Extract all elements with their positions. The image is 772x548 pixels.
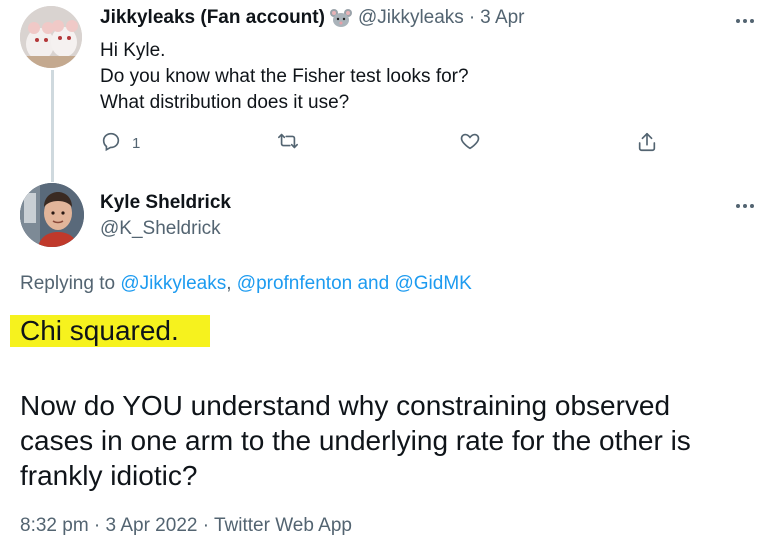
retweet-icon bbox=[276, 130, 300, 156]
tweet1-text: Hi Kyle. Do you know what the Fisher tes… bbox=[100, 38, 469, 116]
mention-link[interactable]: @GidMK bbox=[394, 273, 471, 294]
tweet1-separator: · bbox=[468, 7, 476, 28]
tweet2-handle[interactable]: @K_Sheldrick bbox=[100, 218, 221, 240]
tweet1-line: Hi Kyle. bbox=[100, 40, 166, 61]
like-button[interactable] bbox=[458, 130, 482, 156]
tweet1-handle[interactable]: @Jikkyleaks bbox=[358, 7, 464, 29]
thread-connector-line bbox=[51, 70, 54, 182]
tweet2-line: frankly idiotic? bbox=[20, 460, 198, 491]
mouse-icon bbox=[329, 8, 353, 28]
reply-button[interactable]: 1 bbox=[100, 130, 140, 156]
tweet1-author-name[interactable]: Jikkyleaks (Fan account) bbox=[100, 7, 325, 29]
share-icon bbox=[636, 130, 658, 158]
more-icon[interactable] bbox=[733, 198, 757, 208]
highlighted-text: Chi squared. bbox=[20, 315, 179, 346]
tweet2-body: Now do YOU understand why constraining o… bbox=[20, 388, 691, 493]
tweet1-action-bar: 1 bbox=[100, 130, 680, 156]
replying-prefix: Replying to bbox=[20, 273, 116, 294]
tweet2-line: Now do YOU understand why constraining o… bbox=[20, 390, 671, 421]
mention-link[interactable]: @profnfenton bbox=[237, 273, 352, 294]
tweet2-author-name[interactable]: Kyle Sheldrick bbox=[100, 192, 231, 214]
replying-and: and bbox=[357, 273, 390, 294]
avatar-kyle-sheldrick[interactable] bbox=[20, 183, 84, 247]
reply-count: 1 bbox=[132, 134, 141, 152]
replying-to-line: Replying to @Jikkyleaks, @profnfenton an… bbox=[20, 273, 472, 295]
heart-icon bbox=[458, 130, 482, 156]
tweet1-time[interactable]: 3 Apr bbox=[480, 7, 524, 29]
tweet1-line: What distribution does it use? bbox=[100, 92, 350, 113]
retweet-button[interactable] bbox=[276, 130, 300, 156]
tweet1-header: Jikkyleaks (Fan account) @Jikkyleaks · 3… bbox=[100, 7, 525, 29]
mention-link[interactable]: @Jikkyleaks bbox=[120, 273, 226, 294]
replying-comma: , bbox=[226, 273, 232, 294]
avatar-jikkyleaks[interactable] bbox=[20, 6, 82, 68]
more-icon[interactable] bbox=[733, 13, 757, 23]
share-button[interactable] bbox=[636, 130, 658, 158]
reply-icon bbox=[100, 130, 122, 156]
tweet1-line: Do you know what the Fisher test looks f… bbox=[100, 66, 469, 87]
tweet2-meta[interactable]: 8:32 pm · 3 Apr 2022 · Twitter Web App bbox=[20, 515, 352, 537]
tweet2-line: cases in one arm to the underlying rate … bbox=[20, 425, 691, 456]
